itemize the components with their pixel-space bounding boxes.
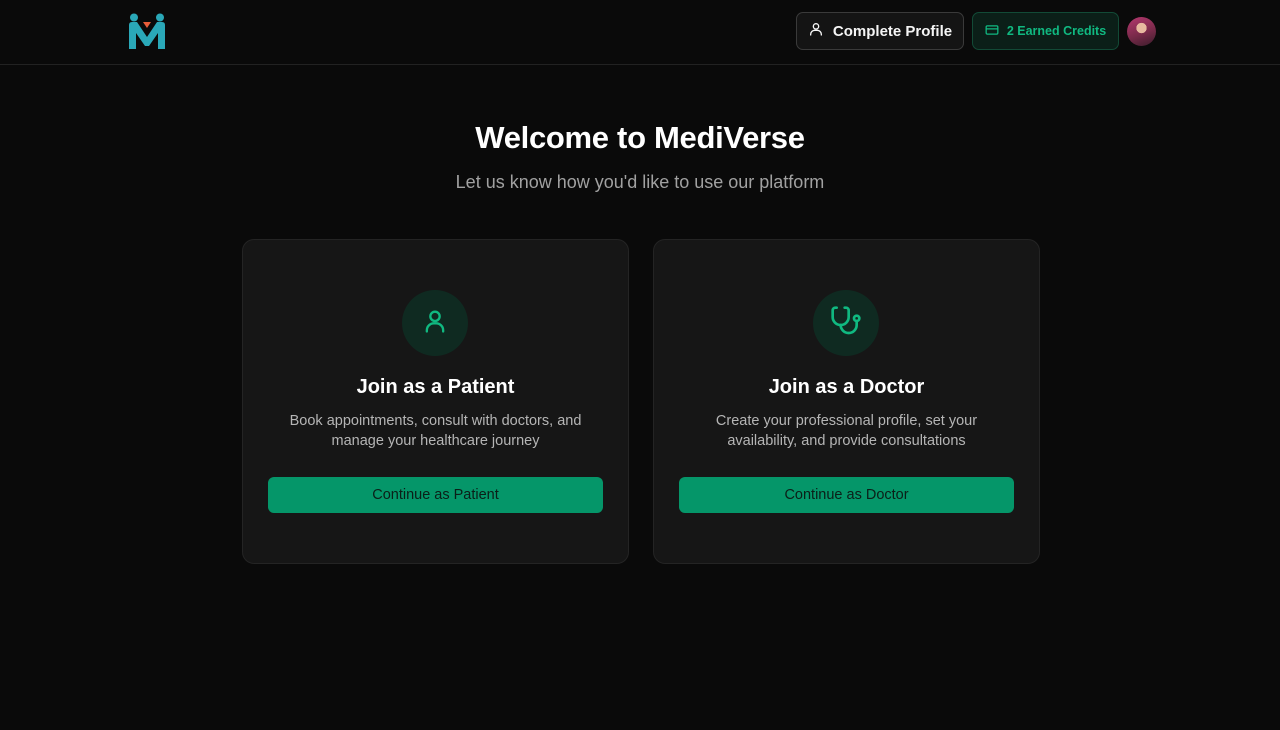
continue-as-doctor-button[interactable]: Continue as Doctor bbox=[679, 477, 1014, 513]
patient-icon-badge bbox=[402, 290, 468, 356]
patient-card-title: Join as a Patient bbox=[356, 376, 515, 398]
doctor-card-title: Join as a Doctor bbox=[768, 376, 925, 398]
doctor-role-card[interactable]: Join as a Doctor Create your professiona… bbox=[653, 239, 1040, 564]
patient-card-description: Book appointments, consult with doctors,… bbox=[289, 413, 582, 449]
user-icon bbox=[421, 307, 449, 340]
continue-as-patient-button[interactable]: Continue as Patient bbox=[268, 477, 603, 513]
user-icon bbox=[808, 21, 824, 41]
complete-profile-button[interactable]: Complete Profile bbox=[796, 12, 964, 50]
top-navbar: Complete Profile 2 Earned Credits bbox=[0, 0, 1280, 65]
earned-credits-button[interactable]: 2 Earned Credits bbox=[972, 12, 1119, 50]
doctor-card-description: Create your professional profile, set yo… bbox=[715, 413, 978, 449]
complete-profile-label: Complete Profile bbox=[832, 22, 953, 40]
credit-card-icon bbox=[985, 23, 999, 40]
earned-credits-label: 2 Earned Credits bbox=[1006, 24, 1107, 38]
mediverse-logo-icon[interactable] bbox=[127, 11, 167, 51]
page-title: Welcome to MediVerse bbox=[475, 120, 805, 155]
user-avatar[interactable] bbox=[1127, 17, 1156, 46]
stethoscope-icon bbox=[830, 305, 862, 342]
patient-role-card[interactable]: Join as a Patient Book appointments, con… bbox=[242, 239, 629, 564]
page-subtitle: Let us know how you'd like to use our pl… bbox=[455, 172, 825, 192]
doctor-icon-badge bbox=[813, 290, 879, 356]
